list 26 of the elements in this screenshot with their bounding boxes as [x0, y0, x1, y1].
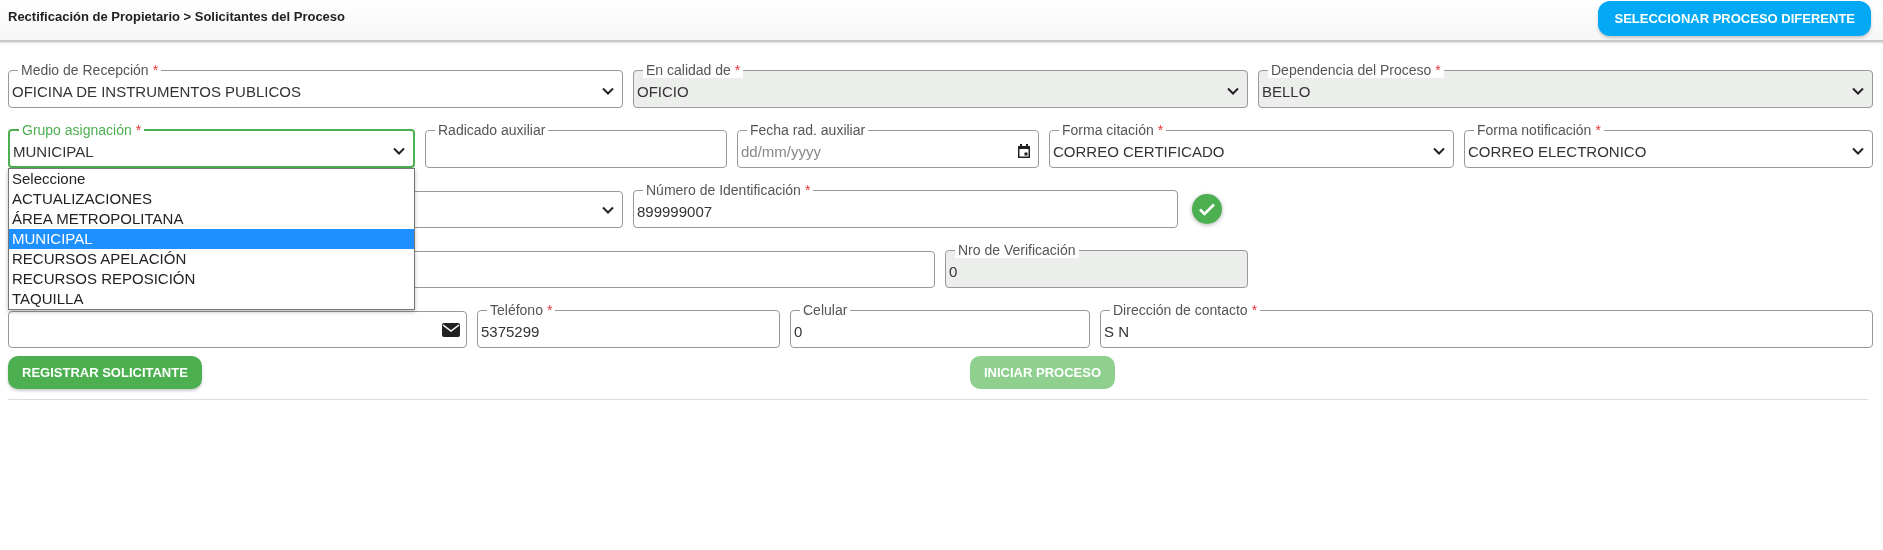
field-label: Nro de Verificación — [955, 242, 1079, 258]
input-field[interactable]: Dirección de contacto * S N — [1100, 302, 1873, 348]
field-label: En calidad de * — [643, 62, 744, 78]
check-icon — [1192, 194, 1222, 224]
envelope-icon — [442, 322, 460, 337]
input-field[interactable]: Teléfono * 5375299 — [477, 302, 780, 348]
field-label: Celular — [800, 302, 851, 318]
dropdown-option[interactable]: RECURSOS REPOSICIÓN — [9, 269, 414, 289]
select-field[interactable]: Forma notificación * CORREO ELECTRONICO — [1464, 122, 1873, 168]
dropdown-option[interactable]: Seleccione — [9, 169, 414, 189]
dropdown-option[interactable]: RECURSOS APELACIÓN — [9, 249, 414, 269]
dropdown-option[interactable]: ÁREA METROPOLITANA — [9, 209, 414, 229]
select-field[interactable]: Grupo asignación * MUNICIPAL — [8, 122, 415, 168]
email-field[interactable] — [8, 311, 467, 348]
date-field[interactable]: Fecha rad. auxiliar dd/mm/yyyy — [737, 122, 1039, 168]
field-label: Dependencia del Proceso * — [1268, 62, 1444, 78]
input-field[interactable]: Celular 0 — [790, 302, 1090, 348]
calendar-icon — [1016, 143, 1032, 159]
dropdown-option[interactable]: ACTUALIZACIONES — [9, 189, 414, 209]
breadcrumb: Rectificación de Propietario > Solicitantes del Proceso — [8, 8, 346, 24]
dropdown-option[interactable]: TAQUILLA — [9, 289, 414, 309]
select-field[interactable]: Medio de Recepción * OFICINA DE INSTRUMENTOS PUBLICOS — [8, 62, 623, 108]
field-label: Teléfono * — [487, 302, 556, 318]
select-field[interactable]: Forma citación * CORREO CERTIFICADO — [1049, 122, 1454, 168]
input-field[interactable]: Número de Identificación * 899999007 — [633, 182, 1178, 228]
input-field[interactable]: Radicado auxiliar — [425, 122, 727, 168]
